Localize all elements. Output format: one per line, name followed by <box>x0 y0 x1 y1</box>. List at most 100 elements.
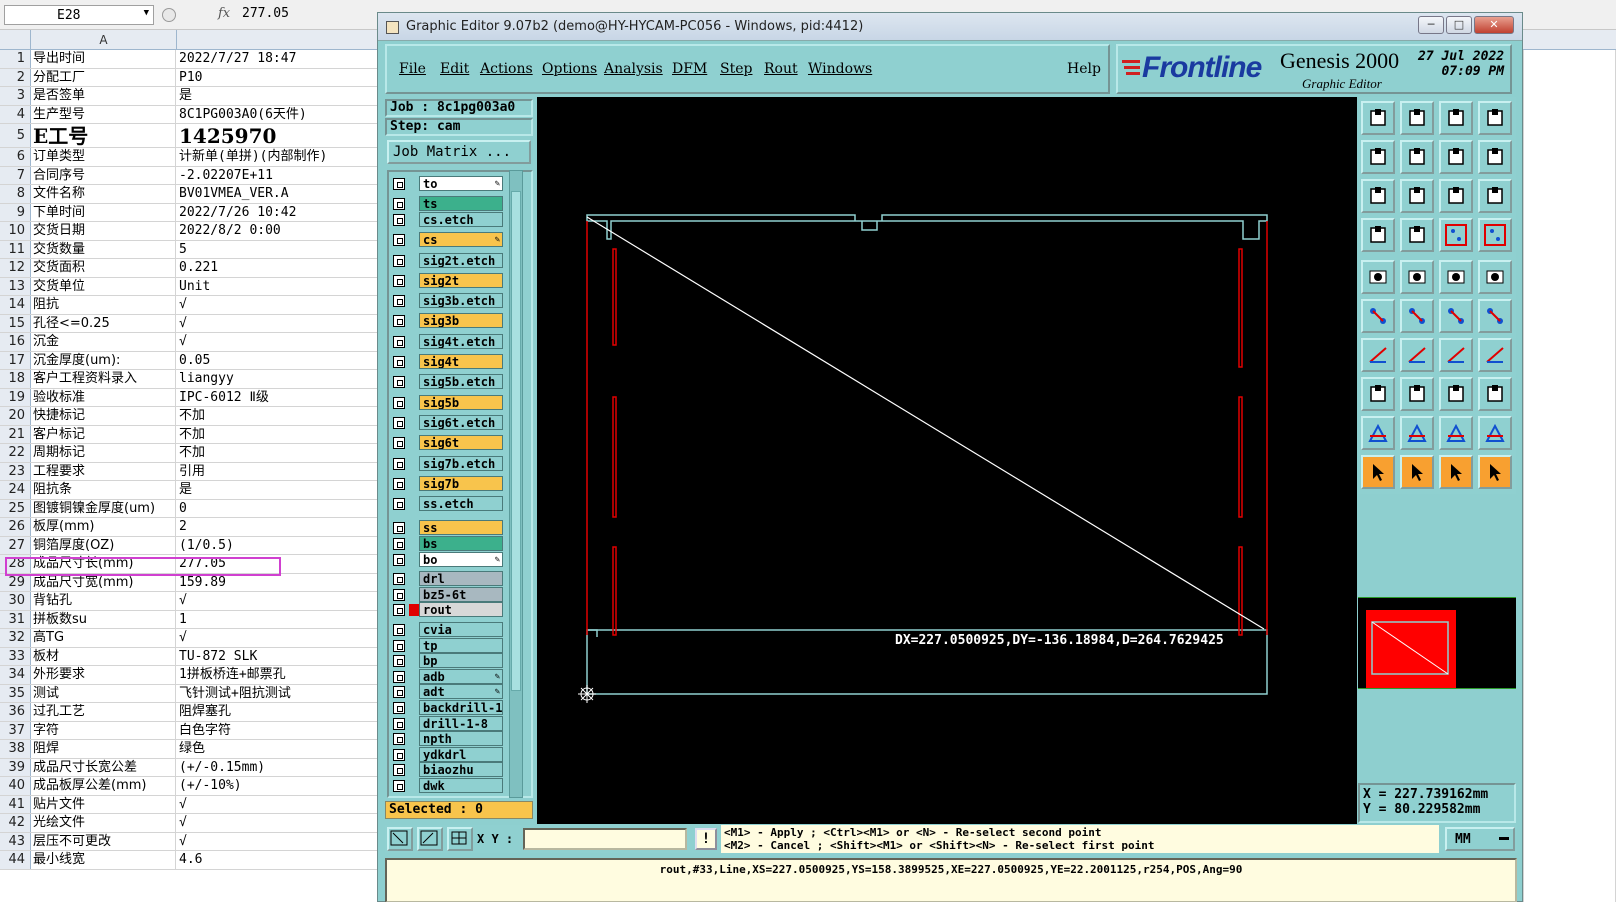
job-matrix-button[interactable]: Job Matrix ... <box>387 140 531 164</box>
row-number[interactable]: 3 <box>0 87 31 105</box>
cell-b[interactable]: 飞针测试+阻抗测试 <box>179 685 389 703</box>
layer-row[interactable]: adt ✎ <box>391 684 505 700</box>
sheet-row[interactable]: 43 层压不可更改 √ <box>0 832 390 851</box>
sheet-row[interactable]: 16 沉金 √ <box>0 333 390 352</box>
cell-a[interactable]: 阻焊 <box>33 740 176 758</box>
layer-checkbox[interactable] <box>393 335 405 348</box>
cell-b[interactable]: √ <box>179 592 389 610</box>
cell-a[interactable]: 交货面积 <box>33 259 176 277</box>
layer-name[interactable]: sig2t.etch <box>419 252 503 268</box>
cell-a[interactable]: 背钻孔 <box>33 592 176 610</box>
row-number[interactable]: 25 <box>0 499 31 517</box>
layer-row[interactable]: drill-1-8 <box>391 715 505 732</box>
chevron-down-icon[interactable]: ▼ <box>144 8 149 18</box>
menu-edit[interactable]: Edit <box>440 61 469 77</box>
cell-b[interactable]: √ <box>179 333 389 351</box>
row-number[interactable]: 6 <box>0 148 31 166</box>
cell-a[interactable]: 阻抗条 <box>33 481 176 499</box>
snap-icon[interactable] <box>387 827 413 851</box>
cell-b[interactable]: 2 <box>179 518 389 536</box>
layer-row[interactable]: ss.etch <box>391 496 505 512</box>
layer-name[interactable]: backdrill-1- <box>419 700 503 715</box>
row-number[interactable]: 42 <box>0 814 31 832</box>
layer-list-scrollbar[interactable] <box>509 170 523 798</box>
layer-row[interactable]: drl <box>391 571 505 587</box>
layer-name[interactable]: sig6t.etch <box>419 414 503 430</box>
row-number[interactable]: 23 <box>0 462 31 480</box>
sheet-row[interactable]: 25 图镀铜镍金厚度(um) 0 <box>0 499 390 518</box>
sheet-row[interactable]: 3 是否签单是 <box>0 87 390 106</box>
cell-b[interactable]: √ <box>179 796 389 814</box>
maximize-button[interactable]: □ <box>1446 16 1472 34</box>
layer-name[interactable]: bz5-6t <box>419 586 503 602</box>
sheet-row[interactable]: 34 外形要求 1拼板桥连+邮票孔 <box>0 666 390 685</box>
cross-icon[interactable] <box>1400 299 1434 333</box>
layer-checkbox[interactable] <box>393 655 405 668</box>
key-icon[interactable] <box>1400 218 1434 252</box>
cell-b[interactable]: 1 <box>179 611 389 629</box>
window-icon[interactable] <box>1478 101 1512 135</box>
layer-name[interactable]: ts <box>419 196 503 212</box>
layer-checkbox[interactable] <box>393 538 405 550</box>
overview-map[interactable] <box>1358 597 1516 689</box>
sheet-row[interactable]: 1 导出时间 2022/7/27 18:47 <box>0 50 390 69</box>
edit-icon[interactable] <box>1400 260 1434 294</box>
cell-b[interactable]: √ <box>179 296 389 314</box>
row-number[interactable]: 15 <box>0 314 31 332</box>
sheet-row[interactable]: 41 贴片文件 √ <box>0 795 390 814</box>
layer-name[interactable]: drl <box>419 571 503 587</box>
sheet-row[interactable]: 27 铜箔厚度(OZ) (1/0.5) <box>0 536 390 555</box>
sheet-row[interactable]: 29 成品尺寸宽(mm) 159.89 <box>0 573 390 592</box>
cell-b[interactable]: -2.02207E+11 <box>179 167 389 185</box>
cell-b[interactable]: 2022/7/26 10:42 <box>179 204 389 222</box>
row-number[interactable]: 41 <box>0 795 31 813</box>
name-box[interactable]: E28 ▼ <box>4 5 154 25</box>
cell-b[interactable]: 2022/7/27 18:47 <box>179 50 389 68</box>
cell-b[interactable]: 是 <box>179 87 389 105</box>
cell-b[interactable]: Unit <box>179 278 389 296</box>
row-number[interactable]: 35 <box>0 684 31 702</box>
layer-row[interactable]: rout <box>391 602 505 618</box>
layer-row[interactable]: sig3b.etch <box>391 293 505 309</box>
menu-file[interactable]: File <box>399 61 426 77</box>
layer-checkbox[interactable] <box>393 457 405 470</box>
layer-name[interactable]: cs ✎ <box>419 232 503 248</box>
camera-icon[interactable] <box>1361 260 1395 294</box>
cell-a[interactable]: 验收标准 <box>33 388 176 406</box>
sheet-row[interactable]: 5 E工号 1425970 <box>0 124 390 148</box>
cell-b[interactable]: 1425970 <box>179 124 389 147</box>
cell-b[interactable]: 不加 <box>179 426 389 444</box>
row-number[interactable]: 21 <box>0 425 31 443</box>
cell-b[interactable]: 4.6 <box>179 851 389 869</box>
cell-a[interactable]: 快捷标记 <box>33 407 176 425</box>
home-icon[interactable] <box>1439 101 1473 135</box>
ff-icon[interactable] <box>1478 338 1512 372</box>
layer-checkbox[interactable] <box>393 748 405 761</box>
cell-b[interactable]: √ <box>179 814 389 832</box>
cell-b[interactable]: √ <box>179 315 389 333</box>
cell-a[interactable]: 板材 <box>33 647 176 665</box>
scroll-thumb[interactable] <box>511 191 521 691</box>
layer-row[interactable]: ydkdrl <box>391 746 505 763</box>
layer-checkbox[interactable] <box>393 213 405 226</box>
layer-checkbox[interactable] <box>393 702 405 714</box>
layer-row[interactable]: sig3b <box>391 313 505 329</box>
sheet-row[interactable]: 33 板材 TU-872 SLK <box>0 647 390 666</box>
ruler-icon[interactable] <box>1439 260 1473 294</box>
layer-name[interactable]: to ✎ <box>419 176 503 191</box>
row-number[interactable]: 11 <box>0 240 31 258</box>
layer-checkbox[interactable] <box>393 295 405 308</box>
layer-checkbox[interactable] <box>393 624 405 636</box>
layer-row[interactable]: sig2t <box>391 272 505 289</box>
layer-checkbox[interactable] <box>393 416 405 429</box>
cell-a[interactable]: 订单类型 <box>33 148 176 166</box>
arc-icon[interactable] <box>1439 416 1473 450</box>
row-number[interactable]: 1 <box>0 50 31 68</box>
layer-name[interactable]: sig3b.etch <box>419 293 503 309</box>
layer-name[interactable]: sig5b.etch <box>419 374 503 390</box>
layer-row[interactable]: sig7b <box>391 475 505 492</box>
arc2-icon[interactable] <box>1478 416 1512 450</box>
layer-checkbox[interactable] <box>393 717 405 730</box>
link-icon[interactable] <box>1478 299 1512 333</box>
row-number[interactable]: 9 <box>0 203 31 221</box>
